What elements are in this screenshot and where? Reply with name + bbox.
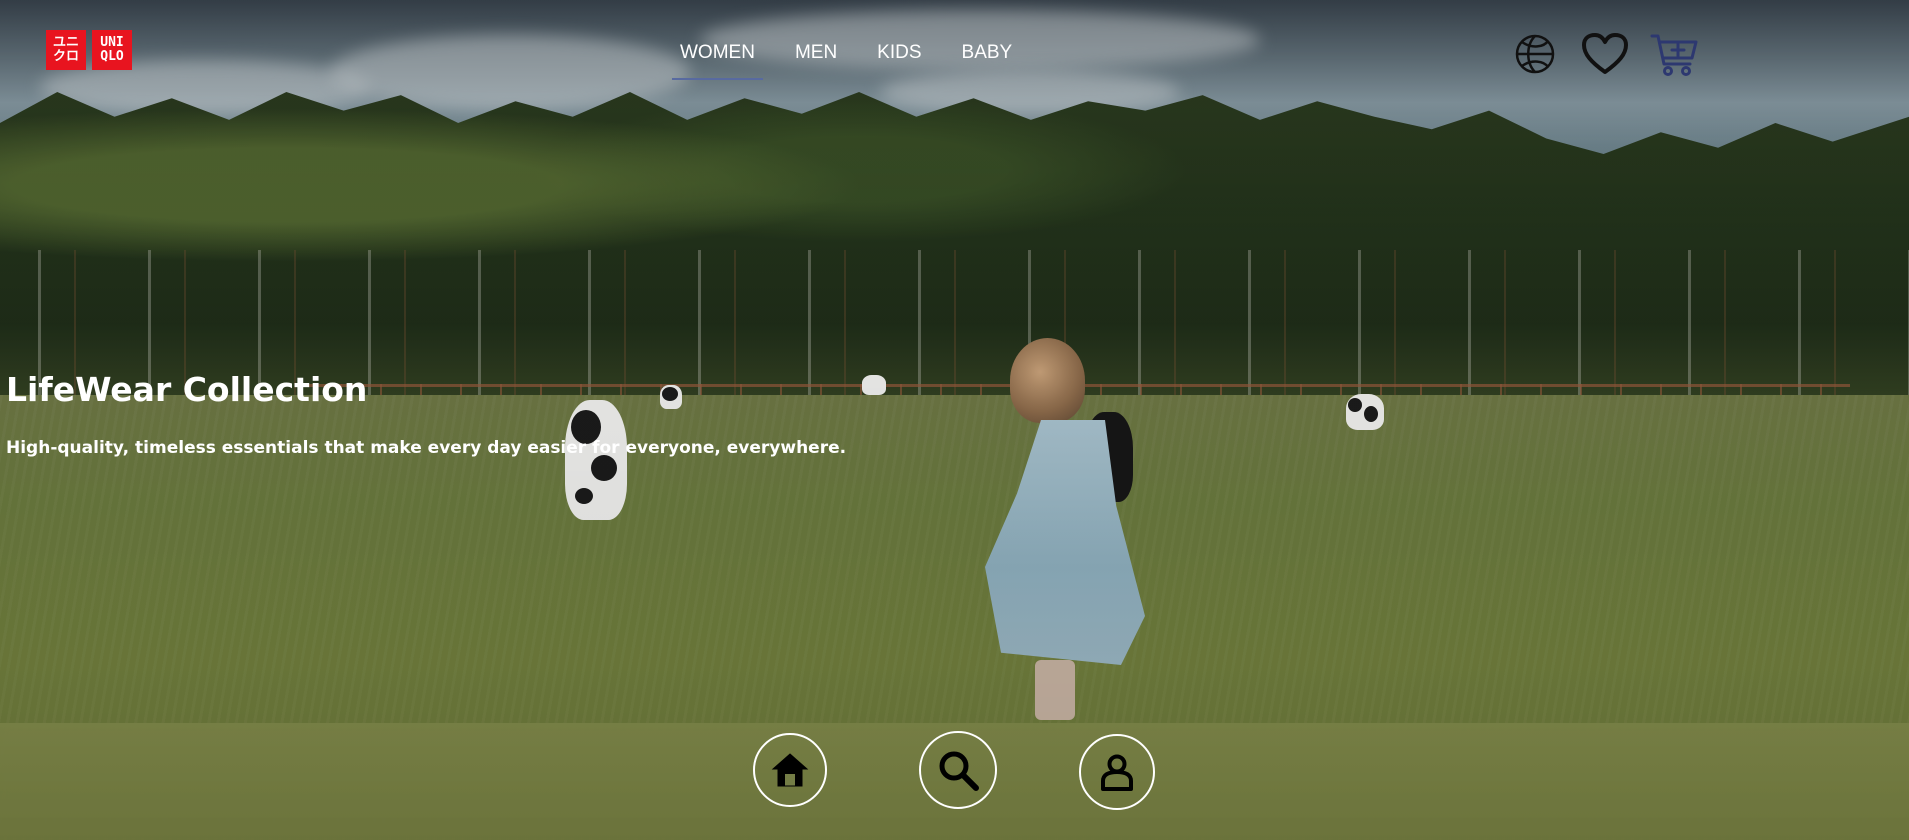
header-icons [1508, 28, 1718, 80]
cart-add-icon [1650, 34, 1698, 76]
nav-item-men[interactable]: MEN [787, 38, 845, 80]
uniqlo-logo[interactable]: ユニ クロ UNI QLO [46, 30, 132, 70]
account-button[interactable] [1079, 734, 1155, 810]
logo-latin: UNI QLO [92, 30, 132, 70]
main-nav: WOMEN MEN KIDS BABY [660, 38, 1032, 80]
language-button[interactable] [1508, 28, 1562, 80]
logo-katakana: ユニ クロ [46, 30, 86, 70]
overlay-shade [0, 0, 1909, 840]
nav-item-baby[interactable]: BABY [954, 38, 1021, 80]
top-header: ユニ クロ UNI QLO WOMEN MEN KIDS BABY [0, 0, 1909, 106]
cart-button[interactable] [1648, 28, 1702, 80]
home-button[interactable] [753, 733, 827, 807]
globe-icon [1515, 34, 1555, 74]
hero-title: LifeWear Collection [6, 370, 368, 409]
heart-icon [1582, 33, 1628, 74]
hero-subtitle: High-quality, timeless essentials that m… [6, 438, 847, 458]
search-icon [939, 751, 979, 791]
nav-item-kids[interactable]: KIDS [869, 38, 929, 80]
nav-item-women[interactable]: WOMEN [672, 38, 763, 80]
hero-background-image [0, 0, 1909, 840]
wishlist-button[interactable] [1578, 28, 1632, 80]
home-icon [771, 753, 809, 787]
user-icon [1101, 754, 1133, 791]
search-button[interactable] [919, 731, 997, 809]
